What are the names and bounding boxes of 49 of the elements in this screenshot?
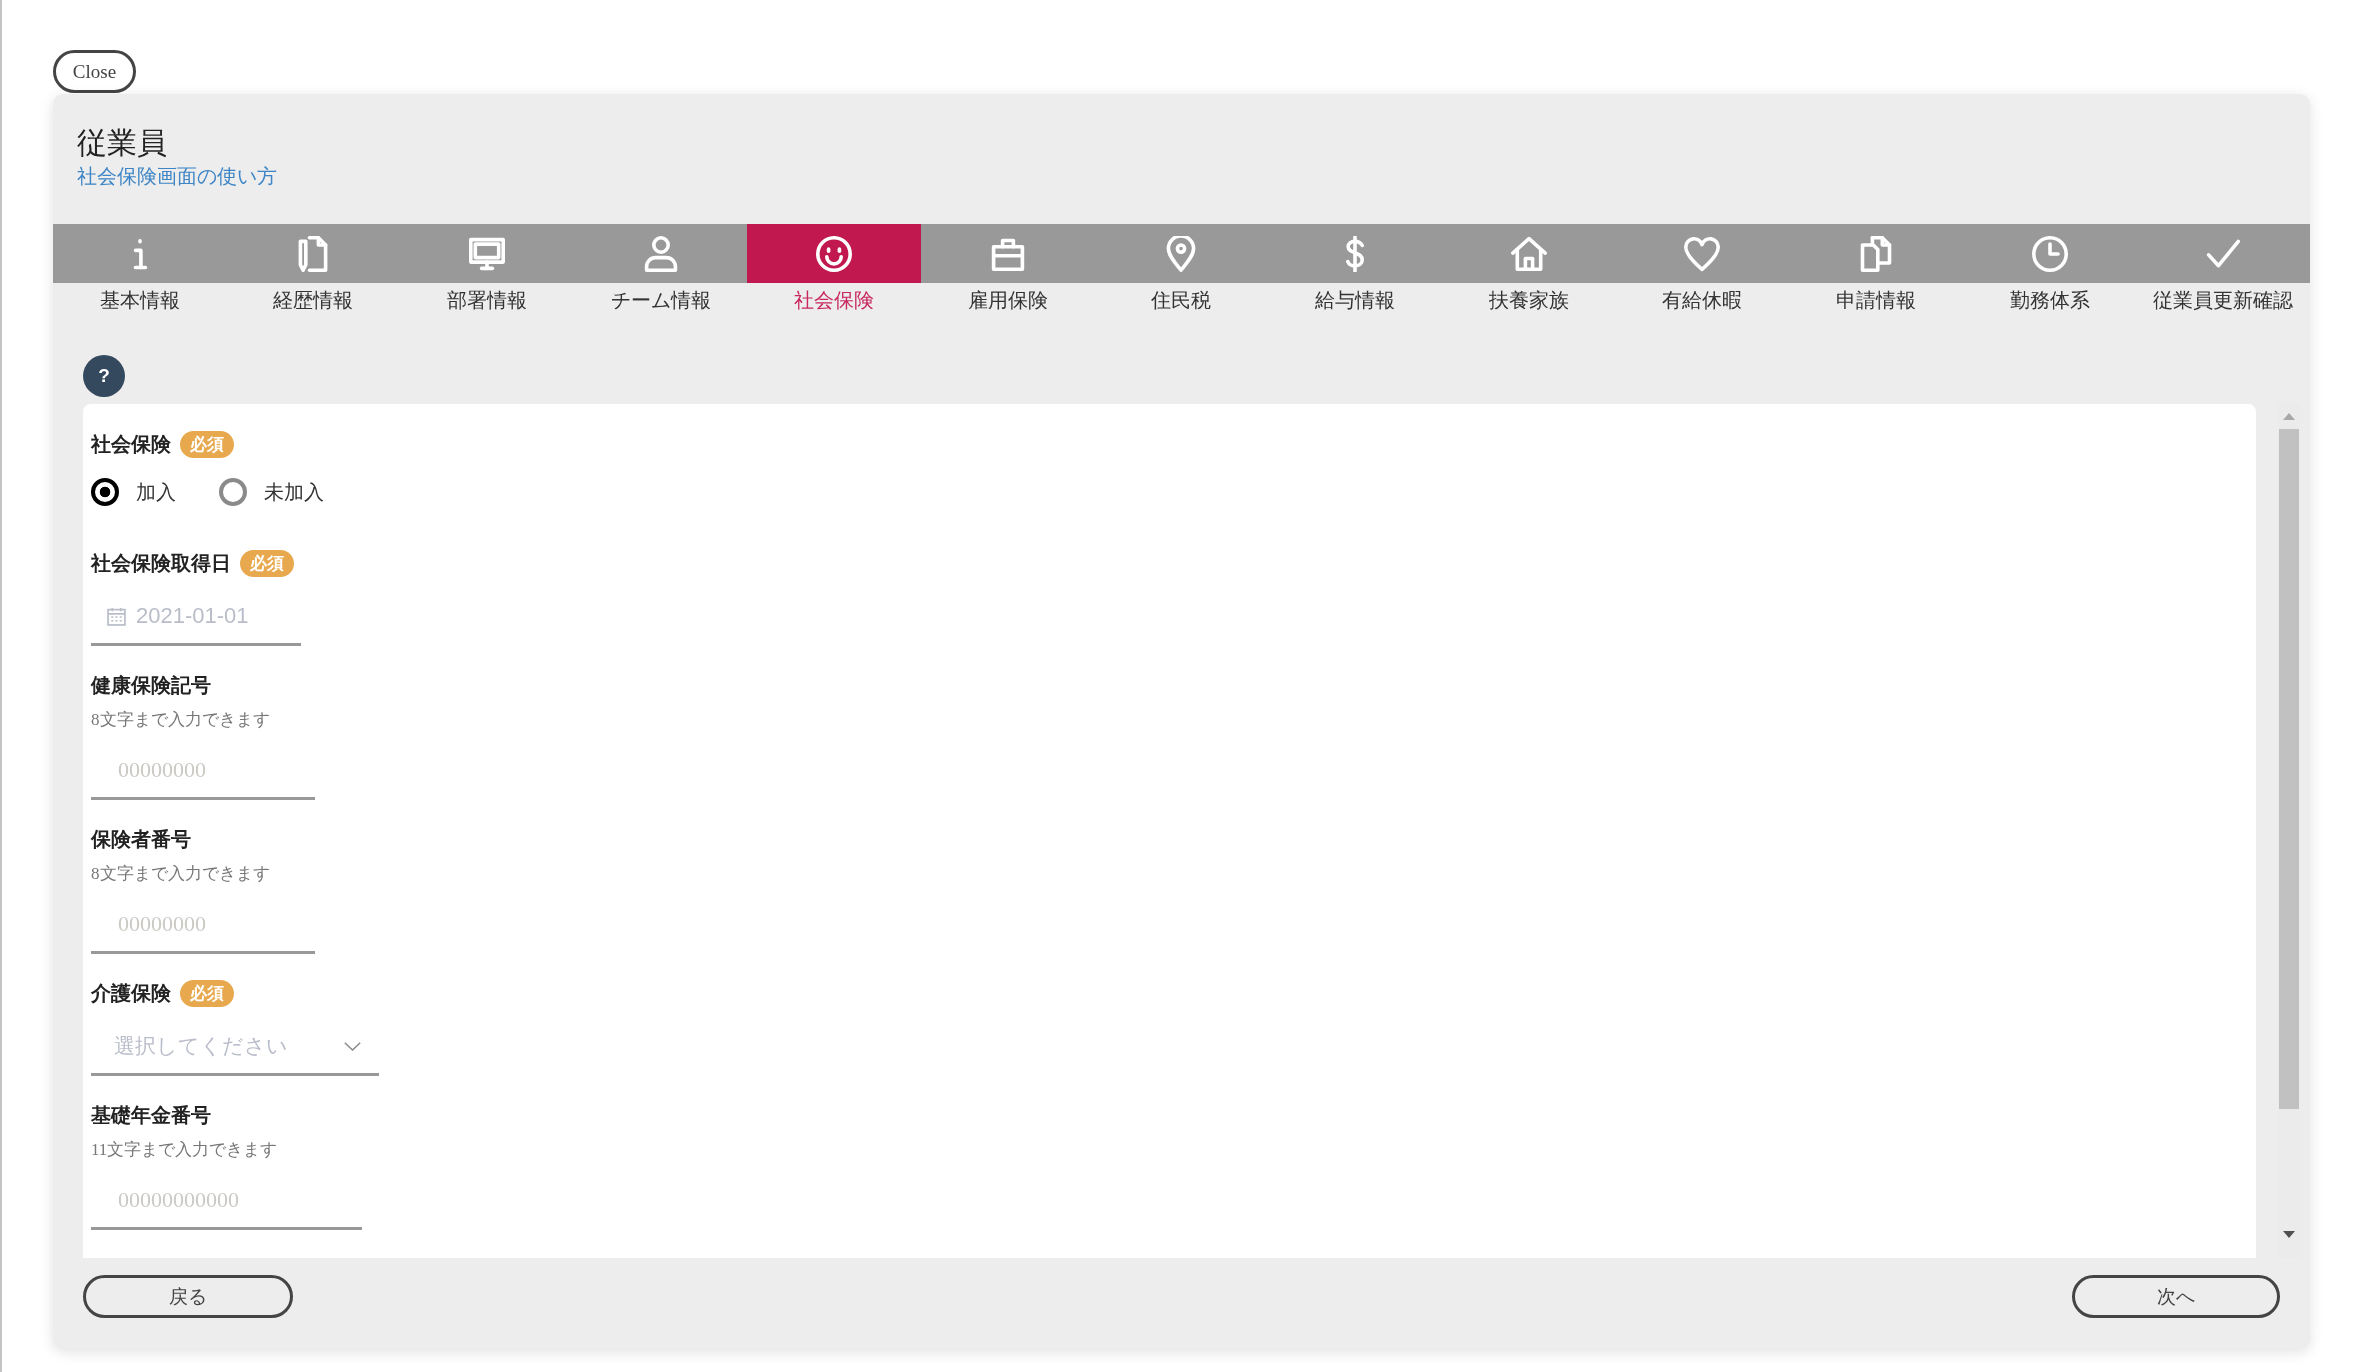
required-badge: 必須 [180, 979, 234, 1007]
chevron-down-icon [344, 1041, 361, 1051]
required-badge: 必須 [180, 430, 234, 458]
scroll-down-icon[interactable] [2283, 1231, 2295, 1238]
monitor-icon [469, 236, 505, 272]
field-label: 健康保険記号 [91, 672, 211, 698]
scroll-up-icon[interactable] [2283, 413, 2295, 420]
calendar-icon [107, 606, 126, 626]
tab[interactable]: チーム情報 [573, 224, 748, 313]
radio-label: 未加入 [264, 479, 324, 505]
tab[interactable]: 扶養家族 [1441, 224, 1616, 313]
tab[interactable]: 勤務体系 [1962, 224, 2137, 313]
briefcase-icon [989, 236, 1026, 272]
tab[interactable]: 従業員更新確認 [2136, 224, 2310, 313]
field-label: 介護保険 [91, 980, 171, 1006]
field-label: 社会保険取得日 [91, 550, 231, 576]
close-button[interactable]: Close [53, 50, 136, 93]
tab[interactable]: 経歴情報 [226, 224, 401, 313]
input-field[interactable]: 00000000000 [91, 1173, 362, 1230]
field-label: 保険者番号 [91, 826, 191, 852]
field-hint: 8文字まで入力できます [91, 709, 270, 731]
tab[interactable]: 申請情報 [1789, 224, 1963, 313]
tab[interactable]: 部署情報 [400, 224, 574, 313]
dialog-title: 従業員 [77, 125, 167, 161]
tab[interactable]: 住民税 [1094, 224, 1269, 313]
tab[interactable]: 基本情報 [53, 224, 227, 313]
back-button[interactable]: 戻る [83, 1275, 293, 1318]
radio-button[interactable] [219, 478, 247, 506]
field-label: 基礎年金番号 [91, 1102, 211, 1128]
field-hint: 8文字まで入力できます [91, 863, 270, 885]
required-badge: 必須 [240, 549, 294, 577]
radio-button[interactable] [91, 478, 119, 506]
field-hint: 11文字まで入力できます [91, 1139, 278, 1161]
field-label: 社会保険 [91, 431, 171, 457]
radio-label: 加入 [136, 479, 176, 505]
tab[interactable]: 社会保険 [747, 224, 922, 313]
input-field[interactable]: 00000000 [91, 743, 315, 800]
tab[interactable]: 雇用保険 [921, 224, 1095, 313]
smiley-icon [816, 236, 853, 272]
clock-icon [2031, 236, 2068, 272]
scrollbar-thumb[interactable] [2279, 429, 2299, 1109]
next-button[interactable]: 次へ [2072, 1275, 2280, 1318]
heart-icon [1684, 236, 1721, 272]
house-icon [1510, 236, 1547, 272]
input-field[interactable]: 00000000 [91, 897, 315, 954]
tab[interactable]: 給与情報 [1268, 224, 1442, 313]
person-icon [642, 236, 679, 272]
help-button[interactable]: ? [83, 355, 125, 397]
tab[interactable]: 有給休暇 [1615, 224, 1790, 313]
